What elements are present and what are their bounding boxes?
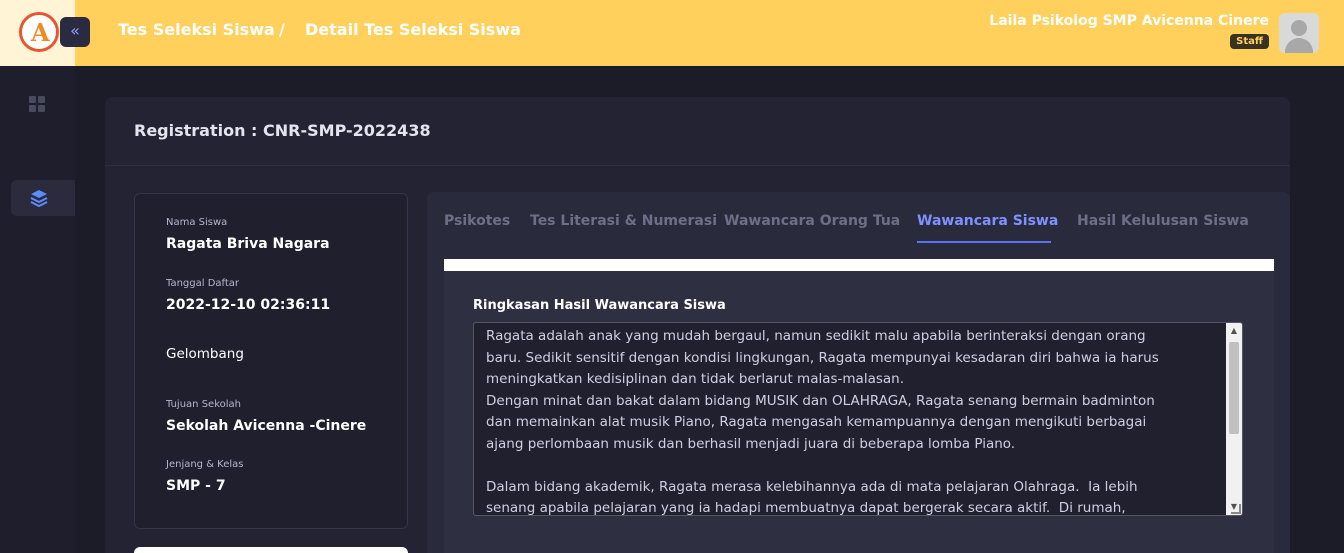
tab-wawancara-siswa[interactable]: Wawancara Siswa [917,213,1058,229]
panel-header-strip [444,259,1274,271]
register-date: 2022-12-10 02:36:11 [166,297,331,313]
sidebar-item-seleksi[interactable] [11,180,75,216]
scroll-up-icon[interactable]: ▲ [1226,323,1242,339]
action-button[interactable] [134,547,408,553]
school-logo[interactable]: A [19,12,59,52]
top-bar: A « Tes Seleksi Siswa / Detail Tes Selek… [0,0,1344,66]
interview-summary-label: Ringkasan Hasil Wawancara Siswa [473,298,726,313]
student-info-panel: Nama Siswa Ragata Briva Nagara Tanggal D… [134,193,408,529]
interview-summary-text: Ragata adalah anak yang mudah bergaul, n… [486,328,1159,516]
tab-hasil-kelulusan[interactable]: Hasil Kelulusan Siswa [1077,213,1249,229]
level-class-label: Jenjang & Kelas [166,459,244,470]
level-class: SMP - 7 [166,478,226,494]
dashboard-icon[interactable] [29,96,45,112]
divider [105,165,1290,166]
registration-card: Registration : CNR-SMP-2022438 Nama Sisw… [105,97,1290,553]
resize-handle-icon[interactable] [1231,504,1241,514]
target-school: Sekolah Avicenna -Cinere [166,418,367,434]
avatar-head [1291,20,1307,36]
role-badge: Staff [1230,34,1269,49]
avatar-body [1285,38,1313,53]
tab-wawancara-orang-tua[interactable]: Wawancara Orang Tua [724,213,900,229]
active-tab-indicator [917,241,1051,243]
tab-literasi-numerasi[interactable]: Tes Literasi & Numerasi [530,213,717,229]
collapse-sidebar-button[interactable]: « [60,17,90,47]
tabs-container: Psikotes Tes Literasi & Numerasi Wawanca… [427,192,1290,553]
textarea-scrollbar[interactable]: ▲ ▼ [1226,323,1242,515]
double-chevron-left-icon: « [70,21,80,40]
register-date-label: Tanggal Daftar [166,278,240,289]
breadcrumb-detail: Detail Tes Seleksi Siswa [305,20,521,39]
layers-icon [30,190,48,208]
interview-panel: Ringkasan Hasil Wawancara Siswa Ragata a… [444,271,1274,553]
tab-psikotes[interactable]: Psikotes [444,213,510,229]
interview-summary-textarea[interactable]: Ragata adalah anak yang mudah bergaul, n… [473,322,1243,516]
breadcrumb-tes-seleksi[interactable]: Tes Seleksi Siswa [118,20,275,39]
student-name-label: Nama Siswa [166,217,228,228]
scroll-thumb[interactable] [1229,342,1239,434]
logo-letter: A [31,18,50,47]
sidebar [0,66,75,553]
breadcrumb-separator: / [279,20,285,39]
page-title: Registration : CNR-SMP-2022438 [134,121,431,140]
avatar[interactable] [1279,13,1319,53]
student-name: Ragata Briva Nagara [166,236,330,252]
wave-label: Gelombang [166,346,244,362]
target-school-label: Tujuan Sekolah [166,399,241,410]
user-name[interactable]: Laila Psikolog SMP Avicenna Cinere [989,13,1269,29]
